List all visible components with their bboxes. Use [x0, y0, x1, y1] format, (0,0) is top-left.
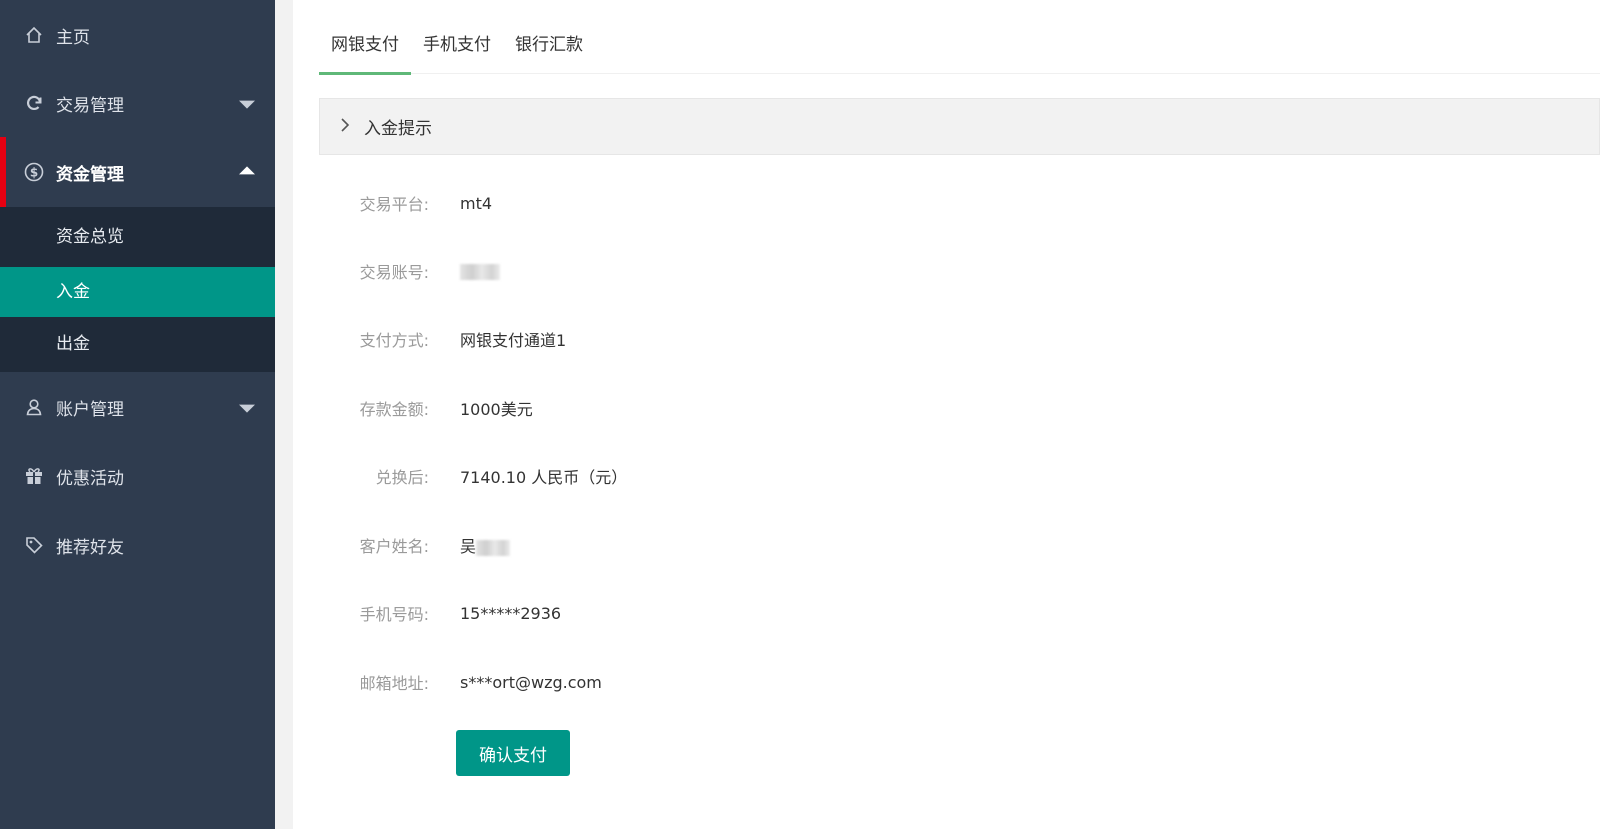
user-icon — [24, 397, 44, 417]
sidebar-item-funds[interactable]: $ 资金管理 — [0, 137, 275, 207]
field-label: 存款金额: — [359, 400, 429, 419]
sidebar-item-label: 资金管理 — [56, 164, 124, 185]
gift-icon — [24, 466, 44, 486]
redaction-blur — [476, 539, 511, 556]
amount-value: 1000美元 — [460, 400, 533, 419]
active-marker — [0, 137, 6, 207]
submenu-item-withdraw[interactable]: 出金 — [0, 317, 275, 372]
field-label: 交易平台: — [359, 195, 429, 214]
name-surname: 吴 — [460, 537, 477, 556]
submenu-item-overview[interactable]: 资金总览 — [0, 207, 275, 267]
sidebar-item-referral[interactable]: 推荐好友 — [0, 510, 275, 580]
form-row-converted: 兑换后: 7140.10 人民币（元） — [319, 461, 628, 491]
converted-value: 7140.10 人民币（元） — [460, 468, 628, 487]
home-icon — [24, 25, 44, 45]
form-row-amount: 存款金额: 1000美元 — [319, 393, 533, 423]
sidebar-item-label: 主页 — [56, 27, 90, 48]
sidebar-item-home[interactable]: 主页 — [0, 0, 275, 70]
sidebar-item-promotions[interactable]: 优惠活动 — [0, 441, 275, 511]
field-label: 邮箱地址: — [359, 674, 429, 693]
email-value: s***ort@wzg.com — [460, 672, 602, 692]
platform-value: mt4 — [460, 193, 493, 213]
refresh-icon — [24, 93, 44, 113]
account-value-redacted — [460, 262, 500, 281]
sidebar-item-label: 推荐好友 — [56, 537, 124, 558]
field-label: 交易账号: — [359, 263, 429, 282]
chevron-up-icon — [239, 166, 255, 175]
form-row-phone: 手机号码: 15*****2936 — [319, 598, 561, 628]
field-label: 兑换后: — [375, 468, 429, 487]
sidebar: 主页 交易管理 $ 资金管理 资金总览 入金 出金 账户管理 优惠活动 推荐好友 — [0, 0, 275, 829]
sidebar-item-label: 优惠活动 — [56, 468, 124, 489]
confirm-payment-button[interactable]: 确认支付 — [456, 730, 570, 776]
chevron-right-icon — [340, 116, 350, 137]
payment-tabs: 网银支付 手机支付 银行汇款 — [319, 22, 1600, 75]
tab-online-banking[interactable]: 网银支付 — [319, 22, 411, 75]
phone-value: 15*****2936 — [460, 603, 562, 623]
tab-mobile-payment[interactable]: 手机支付 — [411, 22, 503, 74]
tab-bank-transfer[interactable]: 银行汇款 — [503, 22, 595, 74]
form-row-method: 支付方式: 网银支付通道1 — [319, 324, 567, 354]
svg-text:$: $ — [30, 166, 38, 180]
sidebar-item-label: 账户管理 — [56, 399, 124, 420]
chevron-down-icon — [239, 404, 255, 413]
redaction-blur — [460, 264, 500, 280]
method-value: 网银支付通道1 — [460, 331, 567, 350]
main-content: 网银支付 手机支付 银行汇款 入金提示 交易平台: mt4 交易账号: 支付方式… — [293, 0, 1600, 829]
name-value: 吴 — [460, 533, 511, 557]
submenu-item-deposit[interactable]: 入金 — [0, 267, 275, 317]
sidebar-item-trading[interactable]: 交易管理 — [0, 68, 275, 138]
form-row-name: 客户姓名: 吴 — [319, 530, 511, 560]
tag-icon — [24, 535, 44, 555]
sidebar-item-label: 交易管理 — [56, 95, 124, 116]
form-row-account: 交易账号: — [319, 256, 500, 286]
funds-submenu: 资金总览 入金 出金 — [0, 207, 275, 372]
field-label: 手机号码: — [359, 605, 429, 624]
sidebar-item-account[interactable]: 账户管理 — [0, 372, 275, 442]
field-label: 客户姓名: — [359, 537, 429, 556]
deposit-tips-collapse[interactable]: 入金提示 — [319, 98, 1600, 155]
dollar-icon: $ — [24, 162, 44, 182]
collapse-title: 入金提示 — [364, 119, 432, 139]
form-row-email: 邮箱地址: s***ort@wzg.com — [319, 667, 602, 697]
field-label: 支付方式: — [359, 331, 429, 350]
form-row-platform: 交易平台: mt4 — [319, 188, 492, 218]
chevron-down-icon — [239, 100, 255, 109]
